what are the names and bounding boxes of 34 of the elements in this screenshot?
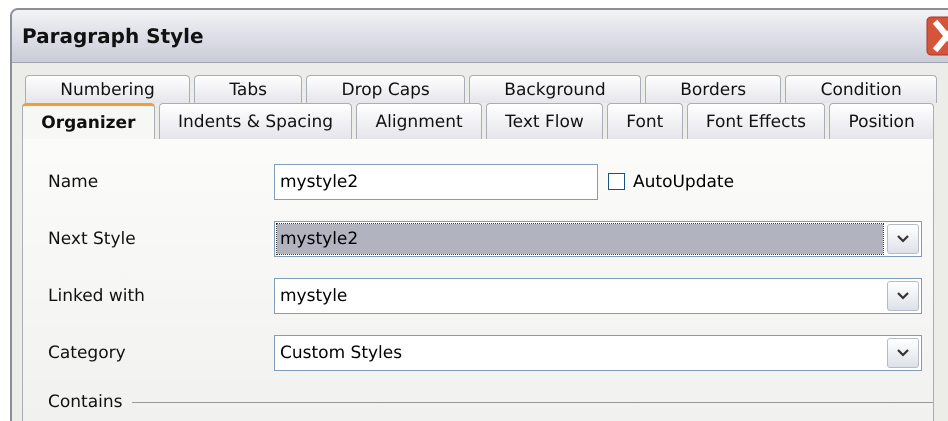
dropdown-value: mystyle2: [277, 224, 883, 254]
checkbox[interactable]: [608, 173, 625, 190]
tab[interactable]: Position: [829, 103, 934, 139]
dropdown-button[interactable]: [887, 338, 919, 368]
tab[interactable]: Borders: [644, 75, 782, 103]
tab[interactable]: Tabs: [194, 75, 302, 103]
tab[interactable]: Indents & Spacing: [158, 103, 352, 139]
dropdown-field[interactable]: mystyle2: [274, 220, 922, 256]
dropdown-field[interactable]: mystyle: [274, 278, 922, 314]
tab[interactable]: Alignment: [356, 103, 482, 139]
window-title: Paragraph Style: [22, 24, 204, 48]
tab[interactable]: Text Flow: [486, 103, 604, 139]
field-label: Next Style: [48, 228, 137, 248]
tab[interactable]: Condition: [785, 75, 937, 103]
dropdown-field[interactable]: Custom Styles: [274, 334, 922, 370]
chevron-down-icon: [897, 292, 909, 300]
checkbox-label[interactable]: AutoUpdate: [633, 172, 734, 192]
tab[interactable]: Numbering: [25, 75, 190, 103]
tab[interactable]: Background: [469, 75, 641, 103]
field-label: Name: [48, 172, 100, 192]
dropdown-value: mystyle: [279, 284, 348, 308]
chevron-down-icon: [897, 348, 909, 356]
name-field[interactable]: mystyle2: [274, 164, 598, 200]
tab[interactable]: Organizer: [22, 103, 155, 139]
field-label: Linked with: [48, 286, 146, 306]
tab[interactable]: Drop Caps: [306, 75, 466, 103]
dropdown-button[interactable]: [887, 280, 919, 310]
tab[interactable]: Font: [607, 103, 683, 139]
dropdown-value: Custom Styles: [279, 342, 404, 364]
tab[interactable]: Font Effects: [686, 103, 826, 139]
section-label: Contains: [48, 392, 122, 412]
chevron-down-icon: [897, 234, 909, 242]
field-label: Category: [48, 342, 127, 362]
dropdown-button[interactable]: [887, 224, 919, 254]
